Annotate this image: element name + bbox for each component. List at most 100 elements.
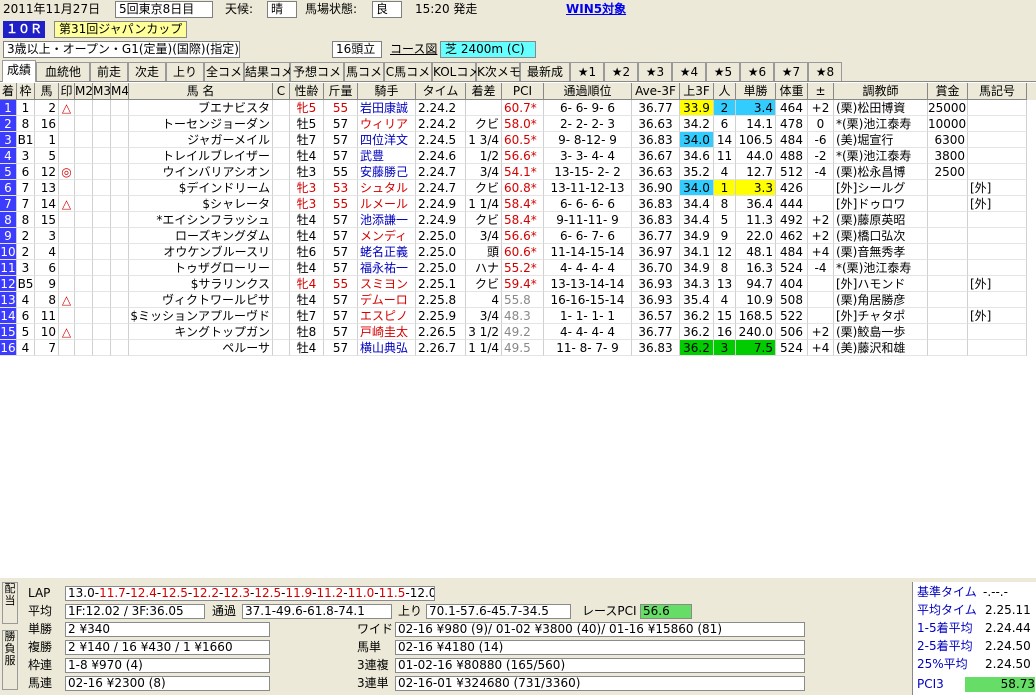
table-cell: *(栗)池江泰寿 — [834, 260, 928, 276]
table-cell: 512 — [776, 164, 808, 180]
tab-10[interactable]: KOLコメ — [432, 62, 480, 81]
table-row[interactable]: 13 4 8 △ ヴィクトワールピサ 牡4 57 デムーロ 2.25.8 4 55.8 16-16-1… — [0, 292, 1036, 308]
tab-16[interactable]: ★4 — [672, 62, 706, 81]
race-condition-bar: 3歳以上・オープン・G1(定量)(国際)(指定) 16頭立 コース図 芝 240… — [0, 40, 1036, 60]
column-header[interactable]: 体重 — [776, 83, 808, 100]
table-cell: [外]ドゥロワ — [834, 196, 928, 212]
table-cell: 16.3 — [736, 260, 776, 276]
column-header[interactable]: 性齢 — [290, 83, 324, 100]
tab-silks[interactable]: 勝負服 — [2, 630, 18, 690]
column-header[interactable]: 人 — [714, 83, 736, 100]
table-cell — [968, 164, 1027, 180]
tab-7[interactable]: 予想コメ — [290, 62, 344, 81]
table-header: 着枠馬印 M2 M3 M4 馬 名 C 性齢 斤量 騎手 タイム 着差 PCI 通過順位 Ave-3F 上3… — [0, 83, 1036, 100]
table-cell — [59, 180, 75, 196]
column-header[interactable]: 馬記号 — [968, 83, 1027, 100]
column-header[interactable]: 調教師 — [834, 83, 928, 100]
column-header[interactable]: 馬 — [35, 83, 59, 100]
table-cell: 34.0 — [680, 180, 714, 196]
table-row[interactable]: 11 3 6 トゥザグローリー 牡4 57 福永祐一 2.25.0 ハナ 55.2* 4- 4- 4… — [0, 260, 1036, 276]
column-header[interactable]: 賞金 — [928, 83, 968, 100]
table-cell — [928, 180, 968, 196]
tab-9[interactable]: C馬コメ — [384, 62, 432, 81]
column-header[interactable]: 印 — [59, 83, 75, 100]
tab-0[interactable]: 成績 — [2, 60, 36, 82]
table-cell — [968, 260, 1027, 276]
table-cell: 4 — [466, 292, 502, 308]
lap-value: 12.4 — [130, 586, 157, 600]
table-row[interactable]: 3 B1 1 ジャガーメイル 牡7 57 四位洋文 2.24.5 1 3/4 60.5* 9- 8-… — [0, 132, 1036, 148]
table-row[interactable]: 14 6 11 $ミッションアプルーヴド 牡7 57 エスピノ 2.25.9 3/4 48.3 1-… — [0, 308, 1036, 324]
table-row[interactable]: 6 7 13 $デインドリーム 牝3 53 シュタル 2.24.7 クビ 60.8* 13-11-1… — [0, 180, 1036, 196]
table-cell: クビ — [466, 276, 502, 292]
table-cell — [75, 116, 93, 132]
tab-19[interactable]: ★7 — [774, 62, 808, 81]
column-header[interactable]: ± — [808, 83, 834, 100]
tab-4[interactable]: 上り — [166, 62, 204, 81]
tab-14[interactable]: ★2 — [604, 62, 638, 81]
column-header[interactable]: 馬 名 — [129, 83, 273, 100]
table-row[interactable]: 7 7 14 △ $シャレータ 牝3 55 ルメール 2.24.9 1 1/4 58.4* 6- 6-… — [0, 196, 1036, 212]
table-cell: 牡3 — [290, 164, 324, 180]
table-cell — [93, 196, 111, 212]
table-row[interactable]: 12 B5 9 $サラリンクス 牝4 55 スミヨン 2.25.1 クビ 59.4* 13-13-1… — [0, 276, 1036, 292]
tab-2[interactable]: 前走 — [90, 62, 128, 81]
tab-18[interactable]: ★6 — [740, 62, 774, 81]
column-header[interactable]: M2 — [75, 83, 93, 100]
table-row[interactable]: 9 2 3 ローズキングダム 牡4 57 メンディ 2.25.0 3/4 56.6* 6- 6- 7… — [0, 228, 1036, 244]
table-row[interactable]: 1 1 2 △ ブエナビスタ 牝5 55 岩田康誠 2.24.2 60.7* 6- 6- 9- 63… — [0, 100, 1036, 116]
column-header[interactable]: Ave-3F — [632, 83, 680, 100]
table-row[interactable]: 2 8 16 トーセンジョーダン 牡5 57 ウィリア 2.24.2 クビ 58.0* 2- 2- … — [0, 116, 1036, 132]
tab-17[interactable]: ★5 — [706, 62, 740, 81]
win5-link[interactable]: WIN5対象 — [566, 1, 626, 18]
table-cell: 54.1* — [502, 164, 544, 180]
table-cell: 36.2 — [680, 308, 714, 324]
table-cell — [273, 244, 290, 260]
table-cell: 10 — [35, 324, 59, 340]
table-row[interactable]: 4 3 5 トレイルブレイザー 牡4 57 武豊 2.24.6 1/2 56.6* 3- 3- 4-… — [0, 148, 1036, 164]
tab-15[interactable]: ★3 — [638, 62, 672, 81]
table-cell: 6 — [17, 164, 35, 180]
table-cell: 57 — [324, 148, 358, 164]
tab-11[interactable]: K次メモ — [476, 62, 521, 81]
table-cell: 牝4 — [290, 276, 324, 292]
column-header[interactable]: 着差 — [466, 83, 502, 100]
column-header[interactable]: 斤量 — [324, 83, 358, 100]
column-header[interactable]: 通過順位 — [544, 83, 632, 100]
table-cell: 506 — [776, 324, 808, 340]
table-row[interactable]: 10 2 4 オウケンブルースリ 牡6 57 蛯名正義 2.25.0 頭 60.6* 11-14-1… — [0, 244, 1036, 260]
table-cell — [93, 276, 111, 292]
column-header[interactable]: PCI — [502, 83, 544, 100]
column-header[interactable]: M4 — [111, 83, 129, 100]
column-header[interactable]: 単勝 — [736, 83, 776, 100]
table-cell: 14 — [0, 308, 17, 324]
table-cell: 49.5 — [502, 340, 544, 356]
table-row[interactable]: 16 4 7 ペルーサ 牡4 57 横山典弘 2.26.7 1 1/4 49.5 11- 8- 7-… — [0, 340, 1036, 356]
tab-1[interactable]: 血統他 — [36, 62, 90, 81]
table-row[interactable]: 15 5 10 △ キングトップガン 牡8 57 戸崎圭太 2.26.5 3 1/2 49.2 4- … — [0, 324, 1036, 340]
course-map-button[interactable]: コース図 — [390, 41, 437, 58]
tab-12[interactable]: 最新成 — [520, 62, 570, 81]
tab-5[interactable]: 全コメ — [204, 62, 244, 81]
table-cell — [273, 148, 290, 164]
column-header[interactable]: タイム — [416, 83, 466, 100]
tab-13[interactable]: ★1 — [570, 62, 604, 81]
table-cell: 14 — [714, 132, 736, 148]
tab-payout[interactable]: 配当 — [2, 582, 18, 624]
column-header[interactable]: 騎手 — [358, 83, 416, 100]
column-header[interactable]: 着 — [0, 83, 17, 100]
table-cell: 36.83 — [632, 212, 680, 228]
tab-8[interactable]: 馬コメ — [344, 62, 384, 81]
table-cell: [外]ハモンド — [834, 276, 928, 292]
tab-3[interactable]: 次走 — [128, 62, 166, 81]
table-cell: 11 — [35, 308, 59, 324]
table-cell: [外] — [968, 180, 1027, 196]
table-row[interactable]: 8 8 15 *エイシンフラッシュ 牡4 57 池添謙一 2.24.9 クビ 58.4* 9-11-… — [0, 212, 1036, 228]
column-header[interactable]: 上3F — [680, 83, 714, 100]
table-row[interactable]: 5 6 12 ◎ ウインバリアシオン 牡3 55 安藤勝己 2.24.7 3/4 54.1* 13-1… — [0, 164, 1036, 180]
tab-6[interactable]: 結果コメ — [244, 62, 293, 81]
column-header[interactable]: C — [273, 83, 290, 100]
column-header[interactable]: 枠 — [17, 83, 35, 100]
tab-20[interactable]: ★8 — [808, 62, 842, 81]
column-header[interactable]: M3 — [93, 83, 111, 100]
